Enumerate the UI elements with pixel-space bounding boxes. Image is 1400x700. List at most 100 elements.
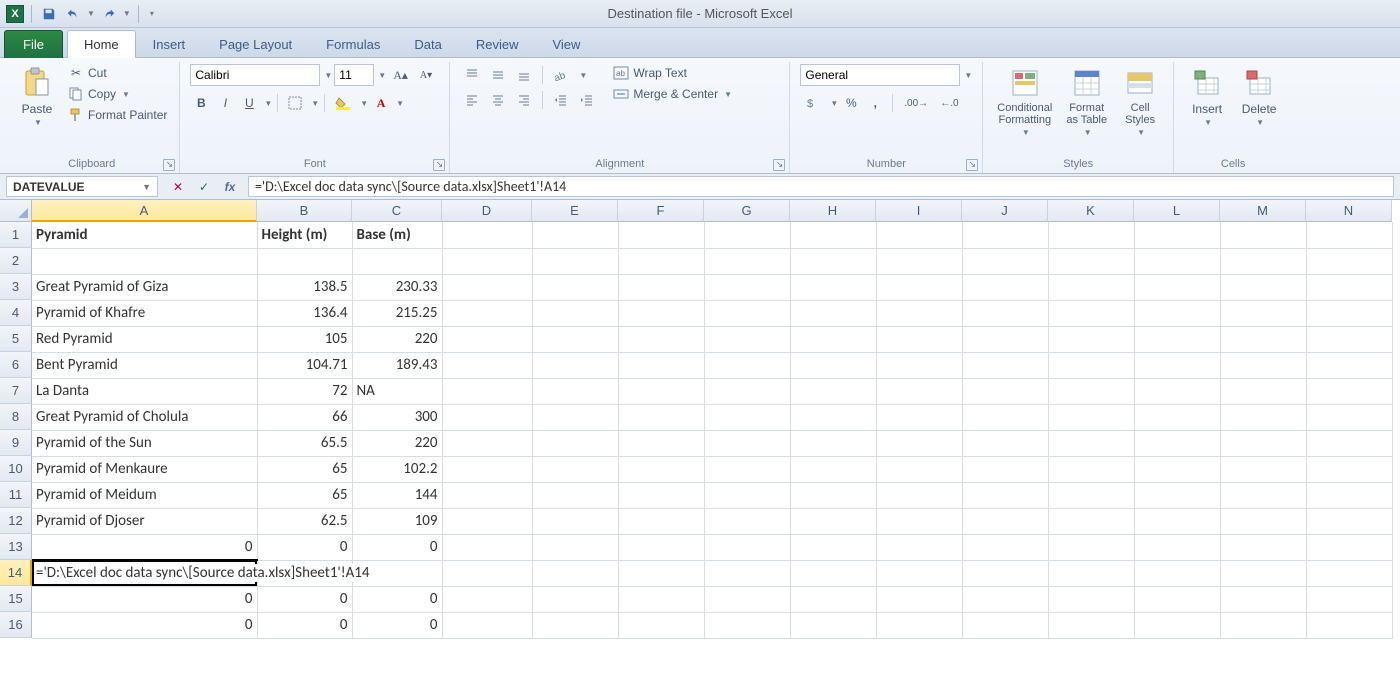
cell[interactable] — [790, 482, 876, 508]
align-center-button[interactable] — [486, 89, 510, 111]
cell[interactable] — [876, 300, 962, 326]
cell[interactable] — [790, 352, 876, 378]
cell[interactable]: 0 — [352, 612, 442, 638]
cell[interactable] — [876, 248, 962, 274]
cell[interactable] — [962, 534, 1048, 560]
row-header[interactable]: 14 — [0, 560, 32, 586]
cell[interactable] — [532, 378, 618, 404]
cell[interactable] — [618, 326, 704, 352]
cell[interactable] — [1306, 612, 1392, 638]
cell[interactable]: Pyramid of the Sun — [32, 430, 257, 456]
cell[interactable] — [790, 222, 876, 248]
cell[interactable]: Bent Pyramid — [32, 352, 257, 378]
cell[interactable] — [618, 534, 704, 560]
cut-button[interactable]: ✂ Cut — [66, 64, 169, 82]
cell[interactable] — [1048, 326, 1134, 352]
cell[interactable] — [1134, 612, 1220, 638]
tab-file[interactable]: File — [4, 30, 63, 58]
dialog-launcher-icon[interactable]: ↘ — [163, 159, 175, 171]
cell[interactable] — [1134, 586, 1220, 612]
cell[interactable] — [442, 482, 532, 508]
tab-insert[interactable]: Insert — [136, 30, 203, 58]
cell[interactable] — [532, 326, 618, 352]
copy-button[interactable]: Copy ▼ — [66, 85, 169, 103]
cell[interactable]: Base (m) — [352, 222, 442, 248]
cell[interactable]: 72 — [257, 378, 352, 404]
cell[interactable] — [704, 508, 790, 534]
cell[interactable] — [352, 248, 442, 274]
cell[interactable] — [1306, 534, 1392, 560]
cell[interactable] — [962, 612, 1048, 638]
cell[interactable] — [1220, 586, 1306, 612]
cell[interactable] — [962, 378, 1048, 404]
cell[interactable] — [1306, 274, 1392, 300]
cell[interactable] — [618, 508, 704, 534]
cell[interactable] — [1220, 326, 1306, 352]
cell[interactable] — [442, 534, 532, 560]
cell[interactable] — [876, 586, 962, 612]
cell[interactable] — [876, 456, 962, 482]
cell[interactable] — [532, 248, 618, 274]
row-header[interactable]: 6 — [0, 352, 32, 378]
cell[interactable]: 138.5 — [257, 274, 352, 300]
cell[interactable] — [790, 326, 876, 352]
column-header[interactable]: H — [790, 200, 876, 222]
cell[interactable]: 0 — [32, 612, 257, 638]
row-header[interactable]: 13 — [0, 534, 32, 560]
chevron-down-icon[interactable]: ▼ — [579, 71, 587, 80]
dialog-launcher-icon[interactable]: ↘ — [433, 159, 445, 171]
cell[interactable]: 66 — [257, 404, 352, 430]
cell[interactable] — [704, 404, 790, 430]
cell[interactable] — [962, 404, 1048, 430]
enter-formula-button[interactable]: ✓ — [192, 177, 216, 197]
delete-cells-button[interactable]: Delete ▼ — [1236, 64, 1282, 129]
align-right-button[interactable] — [512, 89, 536, 111]
cell[interactable] — [1048, 378, 1134, 404]
cell[interactable] — [618, 378, 704, 404]
cell[interactable] — [1048, 586, 1134, 612]
chevron-down-icon[interactable]: ▼ — [142, 182, 151, 192]
cell[interactable] — [1134, 508, 1220, 534]
cell[interactable] — [1220, 430, 1306, 456]
active-cell[interactable]: ='D:\Excel doc data sync\[Source data.xl… — [32, 560, 257, 586]
row-header[interactable]: 16 — [0, 612, 32, 638]
cell[interactable] — [618, 222, 704, 248]
cell[interactable] — [790, 274, 876, 300]
cell[interactable] — [532, 404, 618, 430]
cell[interactable] — [704, 326, 790, 352]
cell[interactable]: 65 — [257, 482, 352, 508]
column-header[interactable]: E — [532, 200, 618, 222]
cell[interactable] — [618, 404, 704, 430]
cell[interactable] — [442, 352, 532, 378]
cell[interactable] — [876, 482, 962, 508]
column-header[interactable]: B — [257, 200, 352, 222]
cell[interactable] — [962, 222, 1048, 248]
cell[interactable] — [876, 378, 962, 404]
cell[interactable] — [790, 456, 876, 482]
cell[interactable] — [618, 482, 704, 508]
cell[interactable]: Pyramid — [32, 222, 257, 248]
cell[interactable] — [618, 560, 704, 586]
cell[interactable]: La Danta — [32, 378, 257, 404]
cell[interactable] — [1134, 482, 1220, 508]
insert-function-button[interactable]: fx — [218, 177, 242, 197]
cell[interactable] — [618, 456, 704, 482]
cell[interactable] — [618, 352, 704, 378]
chevron-down-icon[interactable]: ▼ — [324, 71, 332, 80]
column-header[interactable]: I — [876, 200, 962, 222]
cell[interactable]: Great Pyramid of Cholula — [32, 404, 257, 430]
cell[interactable] — [1220, 508, 1306, 534]
cell[interactable] — [532, 352, 618, 378]
select-all-corner[interactable] — [0, 200, 32, 222]
orientation-button[interactable]: ab — [549, 64, 575, 86]
cell[interactable] — [1134, 430, 1220, 456]
cell[interactable] — [790, 248, 876, 274]
font-size-select[interactable] — [334, 64, 374, 86]
row-header[interactable]: 4 — [0, 300, 32, 326]
cell[interactable] — [618, 430, 704, 456]
cell[interactable]: 215.25 — [352, 300, 442, 326]
cell[interactable] — [1134, 222, 1220, 248]
cell[interactable] — [1306, 508, 1392, 534]
cell[interactable] — [962, 300, 1048, 326]
cell[interactable] — [1220, 352, 1306, 378]
